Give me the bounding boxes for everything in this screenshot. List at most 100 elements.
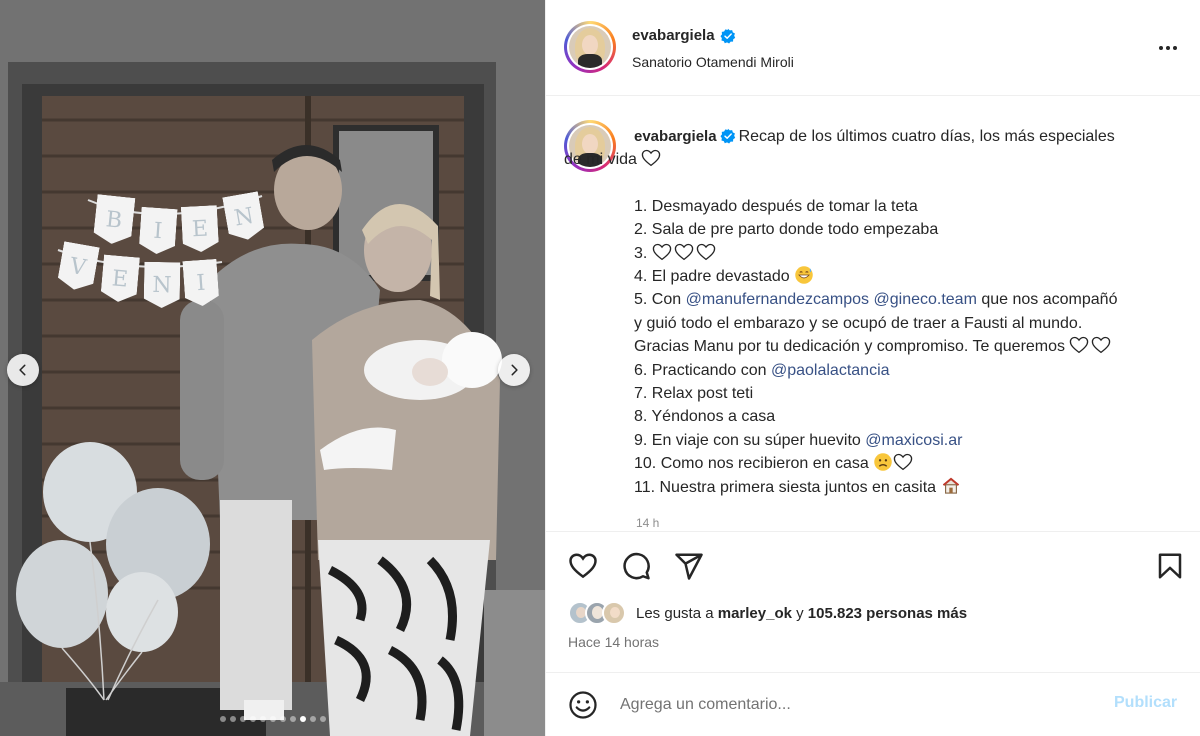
item-text: 5. Con bbox=[634, 291, 682, 309]
caption-item: Gracias Manu por tu dedicación y comprom… bbox=[634, 335, 1189, 358]
caption-intro-end: de mi vida bbox=[564, 151, 637, 169]
caption-item: 8. Yéndonos a casa bbox=[634, 408, 776, 426]
comment-input[interactable] bbox=[620, 694, 1090, 716]
bunting-letter: V bbox=[67, 253, 88, 281]
caption-item: y guió todo el embarazo y se ocupó de tr… bbox=[634, 314, 1083, 332]
likes-connector: y bbox=[796, 604, 804, 622]
mention-link[interactable]: @paolalactancia bbox=[771, 362, 890, 379]
white-heart-emoji-icon bbox=[674, 243, 694, 260]
bunting-flag: N bbox=[144, 262, 181, 309]
post-photo[interactable]: B I E N V E N I bbox=[0, 0, 545, 736]
photo-illustration bbox=[0, 0, 545, 736]
liker-avatar[interactable] bbox=[602, 601, 626, 625]
carousel-dot bbox=[309, 716, 316, 722]
worried-face-emoji-icon bbox=[874, 453, 892, 472]
item-text: 9. En viaje con su súper huevito bbox=[634, 431, 861, 449]
actions-section: Les gusta a marley_ok y 105.823 personas… bbox=[546, 531, 1200, 664]
carousel-dot bbox=[229, 716, 236, 722]
caption-item: 6. Practicando con @paolalactancia bbox=[634, 359, 1189, 382]
bookmark-icon bbox=[1158, 553, 1182, 579]
caption-item: 3. bbox=[634, 242, 1189, 265]
carousel-dot bbox=[269, 716, 276, 722]
heart-icon bbox=[569, 553, 597, 579]
caption-item: 1. Desmayado después de tomar la teta bbox=[634, 197, 918, 215]
caption-intro: Recap de los últimos cuatro días, los má… bbox=[738, 128, 1115, 145]
caption-text: evabargiela Recap de los últimos cuatro d… bbox=[564, 125, 1189, 499]
caption-item: 5. Con @manufernandezcampos @gineco.team… bbox=[634, 288, 1189, 311]
bunting-letter: I bbox=[195, 270, 207, 296]
likes-count[interactable]: 105.823 personas más bbox=[808, 605, 967, 622]
caption-item: 9. En viaje con su súper huevito @maxico… bbox=[634, 429, 1189, 452]
chevron-left-icon bbox=[19, 364, 26, 376]
bunting-letter: B bbox=[104, 206, 124, 234]
carousel-dots bbox=[0, 716, 545, 722]
share-button[interactable] bbox=[674, 551, 704, 581]
carousel-prev-button[interactable] bbox=[7, 354, 39, 386]
caption-line: de mi vida bbox=[564, 148, 1189, 171]
share-icon bbox=[675, 553, 703, 580]
item-text: 6. Practicando con bbox=[634, 361, 767, 379]
add-comment-section: Publicar bbox=[546, 672, 1200, 736]
comment-button[interactable] bbox=[621, 551, 651, 581]
post-info-panel: evabargiela Sanatorio Otamendi Miroli ev… bbox=[545, 0, 1200, 736]
caption-item: 7. Relax post teti bbox=[634, 385, 754, 403]
mention-link[interactable]: @gineco.team bbox=[874, 291, 977, 308]
item-number: 3. bbox=[634, 244, 648, 262]
bunting-letter: I bbox=[152, 218, 164, 244]
carousel-dot bbox=[219, 716, 226, 722]
white-heart-emoji-icon bbox=[642, 150, 661, 167]
author-avatar[interactable] bbox=[564, 21, 616, 73]
white-heart-emoji-icon bbox=[652, 243, 672, 260]
caption-item: 10. Como nos recibieron en casa bbox=[634, 452, 1189, 475]
like-button[interactable] bbox=[568, 551, 598, 581]
comment-icon bbox=[623, 552, 650, 580]
publish-button[interactable]: Publicar bbox=[1114, 694, 1177, 712]
carousel-dot bbox=[319, 716, 326, 722]
carousel-dot bbox=[279, 716, 286, 722]
save-button[interactable] bbox=[1155, 551, 1185, 581]
bunting-letter: E bbox=[191, 216, 209, 242]
verified-badge-icon bbox=[720, 128, 735, 144]
author-info: evabargiela bbox=[632, 27, 736, 44]
white-heart-emoji-icon bbox=[1070, 337, 1089, 354]
caption-line: evabargiela Recap de los últimos cuatro d… bbox=[634, 125, 1189, 148]
carousel-dot bbox=[239, 716, 246, 722]
house-emoji-icon bbox=[942, 477, 959, 494]
carousel-dot bbox=[299, 716, 306, 722]
caption-item: 2. Sala de pre parto donde todo empezaba bbox=[634, 221, 939, 239]
item-text: 10. Como nos recibieron en casa bbox=[634, 455, 869, 473]
bunting-letter: N bbox=[232, 203, 256, 231]
carousel-dot bbox=[249, 716, 256, 722]
item-text: Gracias Manu por tu dedicación y comprom… bbox=[634, 338, 1066, 356]
mention-link[interactable]: @manufernandezcampos bbox=[686, 291, 869, 308]
emoji-picker-button[interactable] bbox=[568, 690, 598, 720]
white-heart-emoji-icon bbox=[696, 243, 716, 260]
caption-item: 11. Nuestra primera siesta juntos en cas… bbox=[634, 476, 1189, 499]
item-text: que nos acompañó bbox=[981, 291, 1118, 309]
bunting-letter: N bbox=[152, 272, 172, 298]
liker-username[interactable]: marley_ok bbox=[718, 605, 792, 622]
carousel-dot bbox=[289, 716, 296, 722]
smiley-icon bbox=[569, 691, 597, 719]
more-horizontal-icon bbox=[1159, 46, 1163, 50]
likes-prefix: Les gusta a bbox=[636, 604, 714, 622]
post-header: evabargiela Sanatorio Otamendi Miroli bbox=[546, 0, 1200, 96]
white-heart-emoji-icon bbox=[1092, 337, 1111, 354]
caption-item: 4. El padre devastado bbox=[634, 265, 1189, 288]
author-username[interactable]: evabargiela bbox=[632, 27, 715, 44]
carousel-dot bbox=[259, 716, 266, 722]
grinning-sweat-emoji-icon bbox=[795, 266, 813, 284]
mention-link[interactable]: @maxicosi.ar bbox=[865, 432, 962, 449]
bunting-letter: E bbox=[110, 265, 130, 293]
carousel-next-button[interactable] bbox=[498, 354, 530, 386]
post-location[interactable]: Sanatorio Otamendi Miroli bbox=[632, 54, 794, 70]
item-text: 4. El padre devastado bbox=[634, 268, 790, 286]
white-heart-emoji-icon bbox=[894, 454, 913, 471]
likes-summary: Les gusta a marley_ok y 105.823 personas… bbox=[568, 601, 967, 625]
more-options-button[interactable] bbox=[1156, 38, 1180, 58]
caption-timestamp[interactable]: 14 h bbox=[636, 516, 659, 530]
post-time[interactable]: Hace 14 horas bbox=[568, 634, 659, 650]
caption-section: evabargiela Recap de los últimos cuatro d… bbox=[546, 97, 1200, 531]
caption-username[interactable]: evabargiela bbox=[634, 128, 717, 145]
verified-badge-icon bbox=[720, 28, 735, 44]
